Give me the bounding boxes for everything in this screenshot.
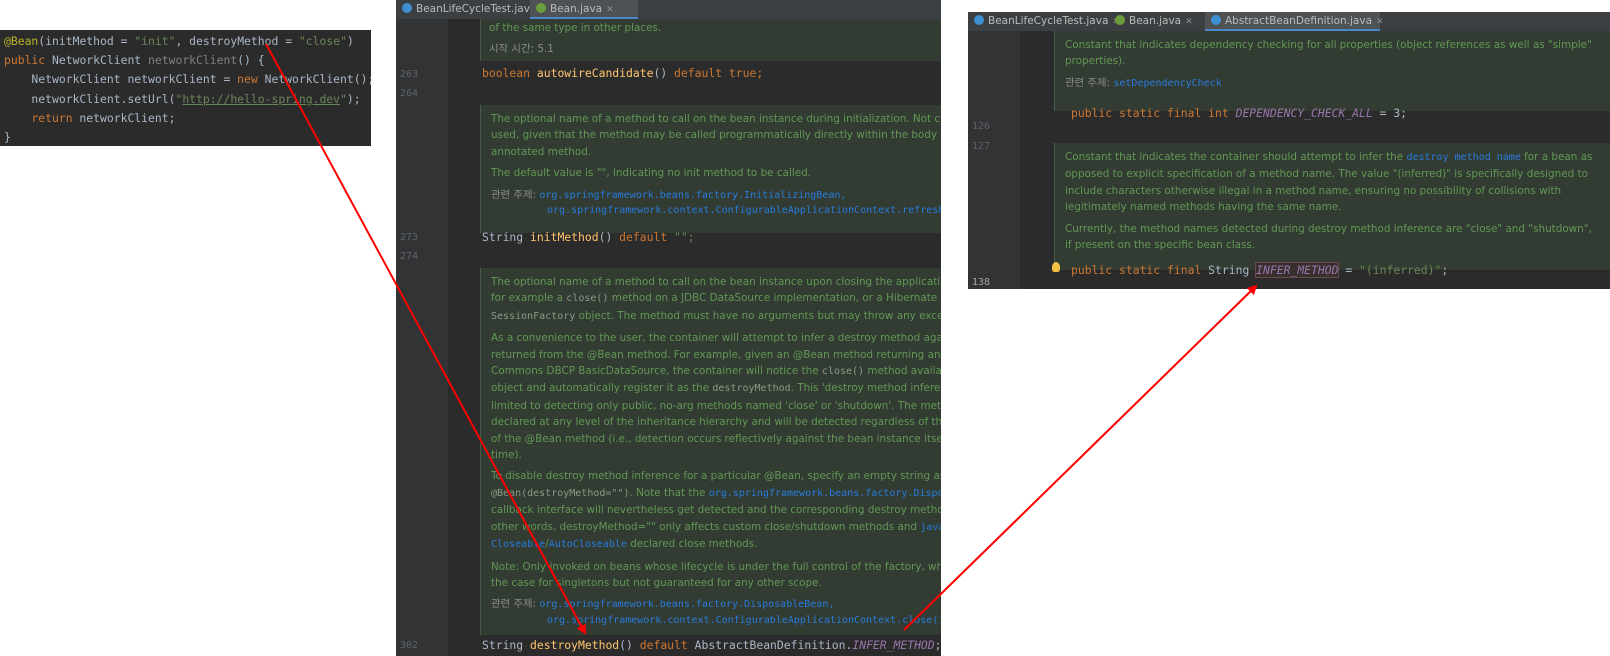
see-link-setdependencycheck[interactable]: setDependencyCheck (1113, 78, 1221, 89)
java-class-icon (402, 3, 412, 13)
tab-bean-java[interactable]: Bean.java ✕ (1109, 12, 1205, 31)
code-line-138: public static final String INFER_METHOD … (1071, 262, 1449, 278)
url-literal[interactable]: http://hello-spring.dev (182, 92, 340, 106)
close-tab-icon[interactable]: ✕ (606, 5, 614, 15)
editor-tab-bar: BeanLifeCycleTest.java✕ Bean.java✕ Abstr… (968, 12, 1610, 31)
doc-comment-init-method: The optional name of a method to call on… (480, 105, 941, 233)
see-link-disposablebean[interactable]: org.springframework.beans.factory.Dispos… (539, 599, 834, 610)
doc-comment-infer-method: Constant that indicates the container sh… (1054, 143, 1610, 270)
abstract-class-icon (1211, 15, 1221, 25)
see-link-autocloseable[interactable]: AutoCloseable (549, 539, 627, 550)
see-link-java[interactable]: java (920, 522, 941, 533)
java-class-icon (974, 15, 984, 25)
code-snippet: @Bean(initMethod = "init", destroyMethod… (4, 34, 371, 145)
doc-comment-destroy-method: The optional name of a method to call on… (480, 268, 941, 635)
lightbulb-icon[interactable] (1052, 262, 1060, 272)
code-snippet-panel: @Bean(initMethod = "init", destroyMethod… (0, 30, 371, 146)
see-link-disposable[interactable]: org.springframework.beans.factory.Dispo (709, 488, 941, 499)
see-link-initializingbean[interactable]: org.springframework.beans.factory.Initia… (539, 190, 846, 201)
line-gutter: 126 127 138 (968, 31, 1020, 289)
editor-tab-bar: BeanLifeCycleTest.java✕ Bean.java✕ (396, 0, 941, 19)
tab-beanlifecycletest[interactable]: BeanLifeCycleTest.java✕ (968, 12, 1120, 31)
annotation-icon (1115, 15, 1125, 25)
doc-comment-top: of the same type in other places. 시작 시간:… (480, 19, 941, 61)
infer-method-constant: INFER_METHOD (1255, 262, 1340, 278)
code-line-273: String initMethod() default ""; (482, 230, 695, 244)
code-line-302: String destroyMethod() default AbstractB… (482, 638, 941, 652)
code-line-126: public static final int DEPENDENCY_CHECK… (1071, 106, 1408, 120)
bean-java-editor: BeanLifeCycleTest.java✕ Bean.java✕ 263 2… (396, 0, 941, 656)
close-tab-icon[interactable]: ✕ (1376, 17, 1384, 27)
see-link-closeable[interactable]: Closeable (491, 539, 545, 550)
tab-bean-java[interactable]: Bean.java ✕ (530, 0, 638, 19)
doc-comment-dependency-check: Constant that indicates dependency check… (1054, 31, 1610, 111)
see-link-refresh[interactable]: org.springframework.context.Configurable… (547, 205, 941, 216)
link-destroy-method-name[interactable]: destroy method name (1406, 152, 1520, 163)
abstract-bean-definition-editor: BeanLifeCycleTest.java✕ Bean.java✕ Abstr… (968, 12, 1610, 289)
close-tab-icon[interactable]: ✕ (1185, 17, 1193, 27)
annotation-icon (536, 3, 546, 13)
tab-beanlifecycletest[interactable]: BeanLifeCycleTest.java✕ (396, 0, 548, 19)
tab-abstractbeandefinition[interactable]: AbstractBeanDefinition.java ✕ (1205, 12, 1384, 31)
code-line-263: boolean autowireCandidate() default true… (482, 66, 764, 80)
bean-annotation: @Bean (4, 34, 39, 48)
arrow-infer-method-to-definition (903, 284, 1258, 631)
see-link-close[interactable]: org.springframework.context.Configurable… (547, 615, 941, 626)
line-gutter: 263 264 273 274 302 (396, 19, 448, 656)
